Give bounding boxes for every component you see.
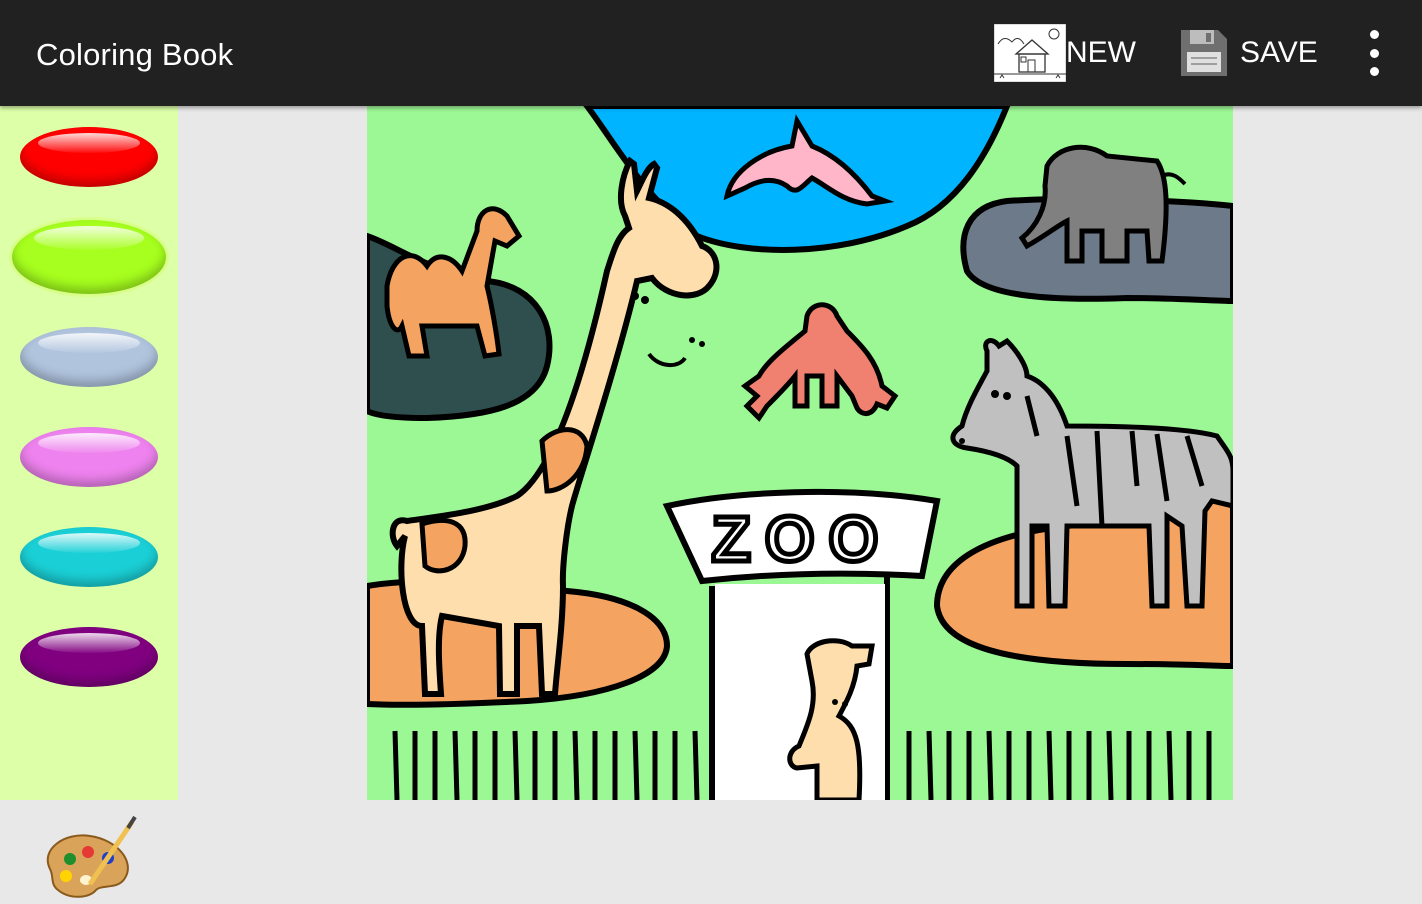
giraffe [389,156,720,697]
save-label: SAVE [1240,36,1318,69]
color-palette [0,106,178,898]
monkey [740,302,899,422]
coloring-page: ZOO [367,106,1233,800]
more-vert-icon[interactable] [1354,30,1394,76]
color-swatch-cyan[interactable] [20,527,158,587]
color-swatch-light-steel-blue[interactable] [20,327,158,387]
new-button[interactable]: NEW [994,24,1136,82]
save-button[interactable]: SAVE [1178,24,1318,82]
color-swatch-red[interactable] [20,127,158,187]
coloring-canvas[interactable]: ZOO [367,106,1233,800]
overflow-dot [1369,48,1379,58]
new-label: NEW [1066,36,1136,69]
overflow-dot [1369,67,1379,76]
app-title: Coloring Book [36,37,234,72]
zoo-sign-text: ZOO [712,503,893,575]
app-bar: Coloring Book NEW SAVE [0,0,1422,106]
color-swatch-violet[interactable] [20,427,158,487]
color-swatch-purple[interactable] [20,627,158,687]
overflow-dot [1369,30,1379,39]
artist-palette-icon[interactable] [40,814,140,904]
color-swatch-lime[interactable] [12,220,166,294]
floppy-disk-icon [1181,30,1227,76]
house-thumbnail-icon [994,24,1066,82]
